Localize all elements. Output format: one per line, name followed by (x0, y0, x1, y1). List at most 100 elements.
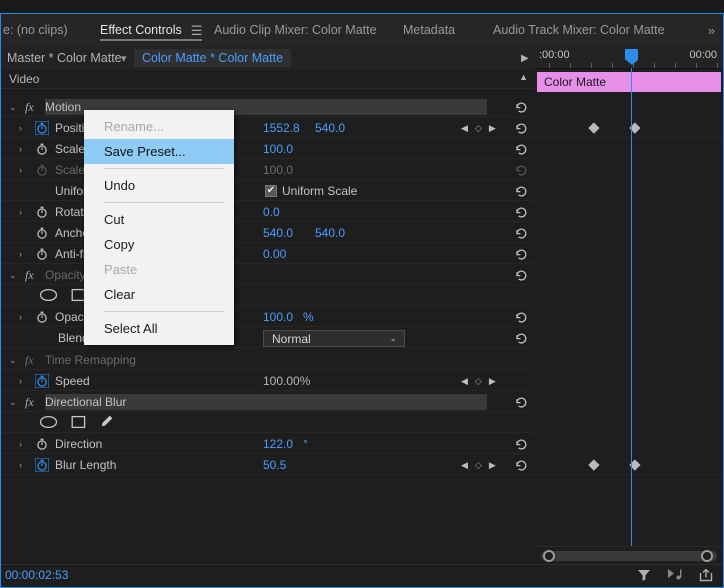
property-value-1[interactable]: 100.0 (263, 307, 293, 327)
property-row-rotation[interactable]: › Rotation 0.0 (1, 202, 534, 222)
next-keyframe-icon[interactable]: ▶ (489, 460, 496, 470)
reset-parameter-icon[interactable] (514, 247, 529, 262)
twisty-expanded-icon[interactable]: ⌄ (9, 97, 17, 117)
playhead-marker[interactable] (625, 49, 638, 65)
ellipse-mask-icon[interactable] (39, 288, 58, 305)
property-value-1[interactable]: 0.0 (263, 202, 280, 222)
reset-parameter-icon[interactable] (514, 163, 529, 178)
play-audio-icon[interactable] (667, 568, 683, 584)
twisty-collapsed-icon[interactable]: › (19, 371, 22, 391)
hamburger-icon[interactable]: ☰ (191, 24, 203, 37)
stopwatch-icon[interactable] (35, 310, 49, 324)
reset-parameter-icon[interactable] (514, 205, 529, 220)
uniform-scale-checkbox[interactable]: ✔ (265, 185, 277, 197)
ellipse-mask-icon[interactable] (39, 415, 58, 432)
menu-item-copy[interactable]: Copy (84, 232, 234, 257)
scrollbar-right-handle[interactable] (701, 550, 713, 562)
property-row-position[interactable]: › Position 1552.8 540.0 ◀ ◇ ▶ (1, 118, 534, 138)
stopwatch-icon[interactable] (35, 226, 49, 240)
rectangle-mask-icon[interactable] (71, 415, 86, 432)
reset-parameter-icon[interactable] (514, 310, 529, 325)
menu-item-select-all[interactable]: Select All (84, 316, 234, 341)
stopwatch-icon[interactable] (35, 247, 49, 261)
property-row-dir_blur_grp[interactable]: ⌄ fx Directional Blur (1, 392, 534, 412)
property-row-mask_tools_1[interactable] (1, 286, 534, 306)
twisty-collapsed-icon[interactable]: › (19, 307, 22, 327)
property-value-1[interactable]: 100.00% (263, 371, 310, 391)
fx-icon[interactable]: fx (25, 350, 34, 370)
twisty-expanded-icon[interactable]: ⌄ (9, 392, 17, 412)
menu-item-clear[interactable]: Clear (84, 282, 234, 307)
property-row-opacity[interactable]: › Opacity 100.0% (1, 307, 534, 327)
tab-overflow-chevrons-icon[interactable]: » (708, 14, 715, 46)
blend-mode-dropdown[interactable]: Normal ⌄ (263, 330, 405, 347)
reset-parameter-icon[interactable] (514, 184, 529, 199)
reset-parameter-icon[interactable] (514, 331, 529, 346)
scrollbar-left-handle[interactable] (543, 550, 555, 562)
property-row-mask_tools_2[interactable] (1, 413, 534, 433)
prev-keyframe-icon[interactable]: ◀ (461, 460, 468, 470)
reset-parameter-icon[interactable] (514, 142, 529, 157)
property-row-anti_flicker[interactable]: ›Anti-flicker Filter0.00 (1, 244, 534, 264)
current-timecode[interactable]: 00:00:02:53 (5, 568, 68, 582)
property-row-scale[interactable]: › Scale 100.0 (1, 139, 534, 159)
twisty-collapsed-icon[interactable]: › (19, 139, 22, 159)
fx-icon[interactable]: fx (25, 97, 34, 117)
add-keyframe-icon[interactable]: ◇ (475, 460, 482, 470)
property-value-1[interactable]: 122.0 (263, 434, 293, 454)
selected-clip-chip[interactable]: Color Matte * Color Matte (134, 49, 292, 67)
timeline-scrollbar[interactable] (535, 546, 723, 565)
stopwatch-icon[interactable] (35, 205, 49, 219)
property-row-scale_width[interactable]: ›Scale Width100.0 (1, 160, 534, 180)
property-row-opacity_grp[interactable]: ⌄ fx Opacity (1, 265, 534, 285)
stopwatch-icon[interactable] (35, 121, 49, 135)
twisty-collapsed-icon[interactable]: › (19, 434, 22, 454)
twisty-collapsed-icon[interactable]: › (19, 202, 22, 222)
property-value-2[interactable]: 540.0 (315, 223, 345, 243)
property-row-motion[interactable]: ⌄ fx Motion (1, 97, 534, 117)
property-value-2[interactable]: 540.0 (315, 118, 345, 138)
next-keyframe-icon[interactable]: ▶ (489, 376, 496, 386)
stopwatch-icon[interactable] (35, 142, 49, 156)
menu-item-cut[interactable]: Cut (84, 207, 234, 232)
chevron-down-icon[interactable]: ⌄ (389, 333, 397, 344)
property-value-1[interactable]: 100.0 (263, 139, 293, 159)
prev-keyframe-icon[interactable]: ◀ (461, 376, 468, 386)
stopwatch-icon[interactable] (35, 458, 49, 472)
timeline-keyframe-row[interactable] (535, 118, 723, 138)
property-value-1[interactable]: 1552.8 (263, 118, 300, 138)
tab-audio-track-mixer-color-matte[interactable]: Audio Track Mixer: Color Matte (493, 14, 665, 46)
scrollbar-track[interactable] (541, 551, 717, 561)
property-row-direction[interactable]: › Direction 122.0 ° (1, 434, 534, 454)
fx-icon[interactable]: fx (25, 392, 34, 412)
reset-parameter-icon[interactable] (514, 458, 529, 473)
property-row-speed[interactable]: › Speed 100.00% ◀ ◇ ▶ (1, 371, 534, 391)
timeline-ruler[interactable]: :00:00 00:00 (535, 46, 723, 69)
property-value-1[interactable]: 100.0 (263, 160, 293, 180)
reset-parameter-icon[interactable] (514, 121, 529, 136)
property-row-anchor_point[interactable]: Anchor Point540.0540.0 (1, 223, 534, 243)
property-row-blur_length[interactable]: › Blur Length 50.5 ◀ ◇ ▶ (1, 455, 534, 475)
property-value-1[interactable]: 540.0 (263, 223, 293, 243)
tab-metadata[interactable]: Metadata (403, 14, 455, 46)
next-keyframe-icon[interactable]: ▶ (489, 123, 496, 133)
add-keyframe-icon[interactable]: ◇ (475, 376, 482, 386)
stopwatch-icon[interactable] (35, 374, 49, 388)
twisty-collapsed-icon[interactable]: › (19, 160, 22, 180)
timeline-keyframe-row[interactable] (535, 455, 723, 475)
tab-effect-controls[interactable]: Effect Controls ☰ (100, 14, 203, 46)
keyframe-marker[interactable] (587, 458, 599, 470)
menu-item-save-preset[interactable]: Save Preset... (84, 139, 234, 164)
property-value-1[interactable]: 0.00 (263, 244, 286, 264)
twisty-collapsed-icon[interactable]: › (19, 244, 22, 264)
export-frame-icon[interactable] (699, 568, 713, 585)
pen-mask-icon[interactable] (99, 414, 114, 432)
collapse-arrow-icon[interactable]: ▲ (519, 72, 528, 82)
property-value-1[interactable]: 50.5 (263, 455, 286, 475)
video-section-header[interactable]: Video ▲ (1, 70, 534, 89)
stopwatch-icon[interactable] (35, 163, 49, 177)
reset-parameter-icon[interactable] (514, 395, 529, 410)
reset-parameter-icon[interactable] (514, 100, 529, 115)
tab-audio-clip-mixer-color-matte[interactable]: Audio Clip Mixer: Color Matte (214, 14, 377, 46)
twisty-collapsed-icon[interactable]: › (19, 118, 22, 138)
